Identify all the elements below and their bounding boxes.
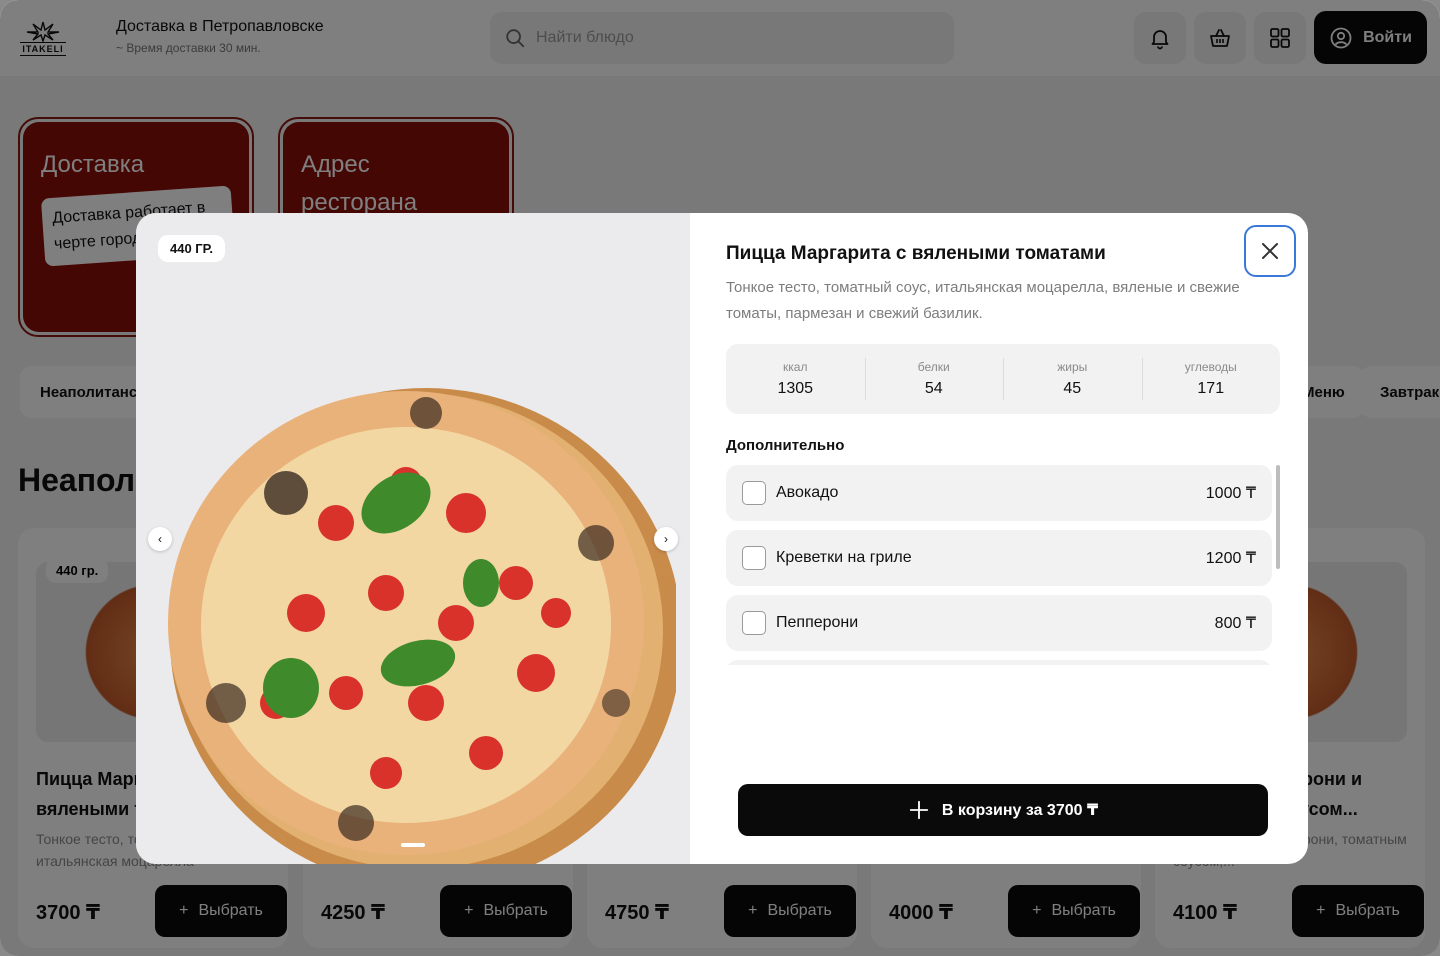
next-image-button[interactable]: ›: [654, 527, 678, 551]
close-icon: [1262, 243, 1278, 259]
extra-option-avocado[interactable]: Авокадо 1000 ₸: [726, 465, 1272, 521]
product-description: Тонкое тесто, томатный соус, итальянская…: [726, 279, 1240, 322]
nutrition-fat: жиры 45: [1003, 344, 1142, 414]
nutrition-value: 45: [1063, 380, 1082, 397]
nutrition-label: белки: [917, 360, 950, 374]
extra-option-pepperoni[interactable]: Пепперони 800 ₸: [726, 595, 1272, 651]
extra-price: 1000 ₸: [1205, 485, 1256, 502]
product-title: Пицца Маргарита с вялеными томатами: [726, 243, 1106, 264]
extras-heading: Дополнительно: [726, 437, 845, 454]
nutrition-label: углеводы: [1184, 360, 1237, 374]
nutrition-value: 1305: [777, 380, 814, 397]
nutrition-kcal: ккал 1305: [726, 344, 865, 414]
extra-price: 1200 ₸: [1205, 550, 1256, 567]
close-button[interactable]: [1244, 225, 1296, 277]
nutrition-value: 171: [1197, 380, 1225, 397]
plus-icon: [909, 800, 929, 820]
product-modal: 440 ГР. ‹ › Пицца Маргарита с вялеными т…: [136, 213, 1308, 864]
nutrition-label: ккал: [783, 360, 808, 374]
extras-list[interactable]: Авокадо 1000 ₸ Креветки на гриле 1200 ₸ …: [726, 465, 1280, 665]
extra-checkbox[interactable]: [742, 481, 766, 505]
extra-name: Пепперони: [776, 614, 859, 631]
add-to-cart-button[interactable]: В корзину за 3700 ₸: [738, 784, 1268, 836]
nutrition-panel: ккал 1305 белки 54 жиры 45 углеводы 171: [726, 344, 1280, 414]
extra-option-next[interactable]: [726, 660, 1272, 665]
product-details: Пицца Маргарита с вялеными томатами Тонк…: [726, 213, 1296, 864]
nutrition-value: 54: [924, 380, 943, 397]
weight-badge: 440 ГР.: [158, 235, 226, 262]
product-gallery: 440 ГР. ‹ ›: [136, 213, 690, 864]
extras-scrollbar[interactable]: [1276, 465, 1280, 569]
extra-name: Авокадо: [776, 484, 839, 501]
nutrition-carbs: углеводы 171: [1141, 344, 1281, 414]
extra-name: Креветки на гриле: [776, 549, 912, 566]
extra-checkbox[interactable]: [742, 546, 766, 570]
chevron-right-icon: ›: [664, 532, 668, 546]
extra-price: 800 ₸: [1214, 615, 1256, 632]
add-to-cart-label: В корзину за 3700 ₸: [941, 802, 1099, 819]
app-window: ITAKELI Доставка в Петропавловске ~ Врем…: [0, 0, 1440, 956]
pizza-image: [168, 388, 676, 864]
gallery-indicator[interactable]: [401, 843, 425, 847]
chevron-left-icon: ‹: [158, 532, 162, 546]
extra-option-shrimp[interactable]: Креветки на гриле 1200 ₸: [726, 530, 1272, 586]
nutrition-protein: белки 54: [864, 344, 1004, 414]
prev-image-button[interactable]: ‹: [148, 527, 172, 551]
nutrition-label: жиры: [1057, 360, 1088, 374]
extra-checkbox[interactable]: [742, 611, 766, 635]
